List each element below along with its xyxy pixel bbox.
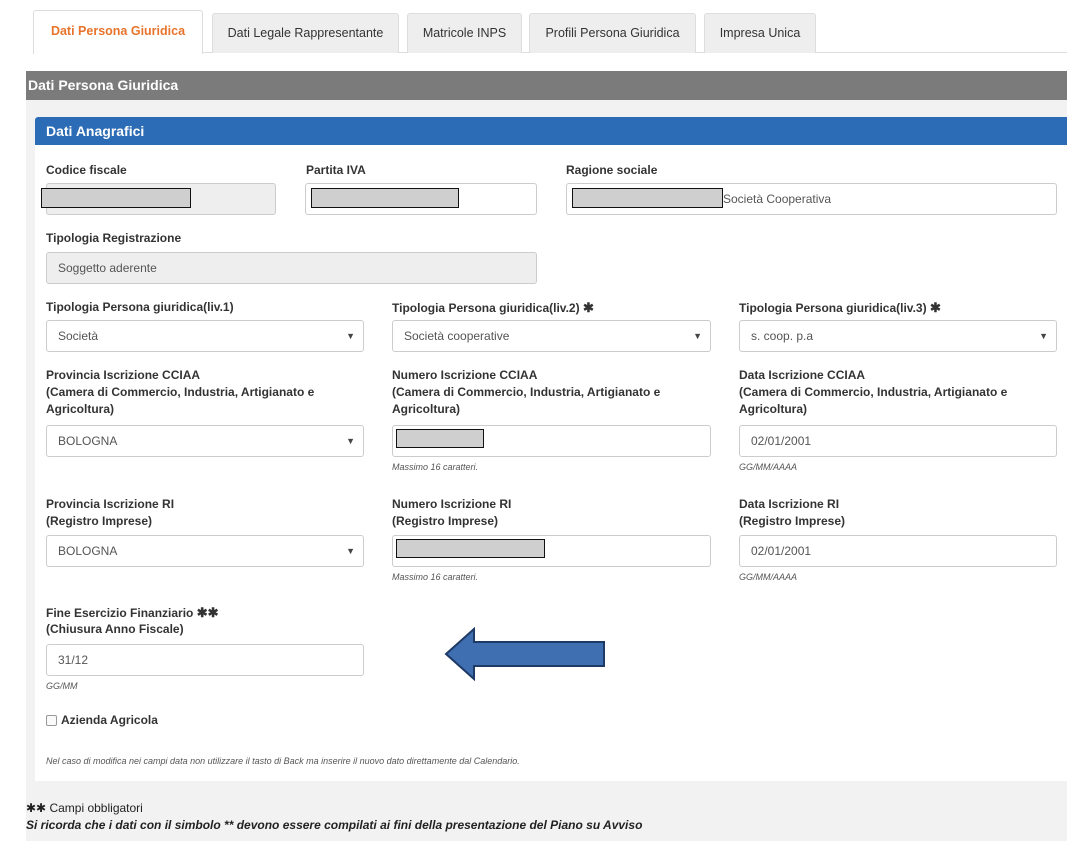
fine-esercizio-value: 31/12 [58, 653, 89, 667]
required-asterisk-icon: ✱✱ [196, 605, 219, 620]
codice-fiscale-label: Codice fiscale [46, 163, 127, 177]
numero-cciaa-label-1: Numero Iscrizione CCIAA [392, 368, 538, 382]
numero-cciaa-label-2: (Camera di Commercio, Industria, Artigia… [392, 385, 661, 399]
ragione-sociale-value: Società Cooperativa [723, 192, 832, 206]
required-legend: ✱✱ Campi obbligatori [26, 801, 143, 815]
tab-profili-persona-giuridica[interactable]: Profili Persona Giuridica [529, 13, 696, 53]
tipologia-liv2-value: Società cooperative [404, 329, 510, 343]
provincia-ri-label-1: Provincia Iscrizione RI [46, 497, 175, 511]
provincia-ri-label-2: (Registro Imprese) [46, 514, 153, 528]
partita-iva-label: Partita IVA [306, 163, 366, 177]
tipologia-liv2-label: Tipologia Persona giuridica(liv.2) ✱ [392, 299, 594, 317]
tipologia-liv3-label: Tipologia Persona giuridica(liv.3) ✱ [739, 299, 941, 317]
tipologia-liv1-value: Società [58, 329, 99, 343]
data-ri-value: 02/01/2001 [751, 544, 812, 558]
data-ri-field[interactable]: 02/01/2001 [739, 535, 1057, 567]
numero-cciaa-field[interactable] [392, 425, 711, 457]
redacted-value [396, 539, 545, 558]
tab-impresa-unica[interactable]: Impresa Unica [704, 13, 816, 53]
subsection-header: Dati Anagrafici [35, 117, 1067, 145]
required-asterisk-icon: ✱ [929, 300, 941, 315]
fine-esercizio-label-text: Fine Esercizio Finanziario [46, 606, 194, 620]
data-cciaa-label-3: Agricoltura) [739, 402, 808, 416]
tipologia-liv1-select[interactable]: Società ▼ [46, 320, 364, 352]
numero-cciaa-help: Massimo 16 caratteri. [392, 462, 479, 472]
data-ri-label-2: (Registro Imprese) [739, 514, 846, 528]
codice-fiscale-field[interactable] [41, 183, 276, 215]
ragione-sociale-label: Ragione sociale [566, 163, 658, 177]
provincia-cciaa-label-1: Provincia Iscrizione CCIAA [46, 368, 201, 382]
dropdown-arrow-icon: ▼ [346, 546, 355, 556]
tipologia-liv2-select[interactable]: Società cooperative ▼ [392, 320, 711, 352]
data-ri-help: GG/MM/AAAA [739, 572, 798, 582]
required-asterisk-icon: ✱ [582, 300, 594, 315]
numero-ri-help: Massimo 16 caratteri. [392, 572, 479, 582]
azienda-agricola-checkbox[interactable] [46, 715, 57, 726]
data-cciaa-help: GG/MM/AAAA [739, 462, 798, 472]
dropdown-arrow-icon: ▼ [346, 331, 355, 341]
data-cciaa-field[interactable]: 02/01/2001 [739, 425, 1057, 457]
provincia-ri-select[interactable]: BOLOGNA ▼ [46, 535, 364, 567]
tipologia-liv3-select[interactable]: s. coop. p.a ▼ [739, 320, 1057, 352]
tab-dati-persona-giuridica[interactable]: Dati Persona Giuridica [33, 10, 203, 54]
redacted-value [311, 188, 459, 208]
tipologia-liv2-label-text: Tipologia Persona giuridica(liv.2) [392, 301, 580, 315]
provincia-cciaa-select[interactable]: BOLOGNA ▼ [46, 425, 364, 457]
numero-ri-field[interactable] [392, 535, 711, 567]
fine-esercizio-field[interactable]: 31/12 [46, 644, 364, 676]
numero-ri-label-2: (Registro Imprese) [392, 514, 499, 528]
fine-esercizio-help: GG/MM [46, 681, 78, 691]
data-cciaa-label-1: Data Iscrizione CCIAA [739, 368, 866, 382]
redacted-value [396, 429, 484, 448]
tipologia-liv3-value: s. coop. p.a [751, 329, 814, 343]
numero-ri-label-1: Numero Iscrizione RI [392, 497, 512, 511]
data-cciaa-value: 02/01/2001 [751, 434, 812, 448]
required-asterisk-icon: ✱✱ [26, 801, 47, 815]
ragione-sociale-field[interactable]: Società Cooperativa [566, 183, 1057, 215]
redacted-value [41, 188, 191, 208]
required-legend-text: Campi obbligatori [49, 801, 143, 815]
tipologia-liv1-label: Tipologia Persona giuridica(liv.1) [46, 300, 234, 314]
tipologia-registrazione-field[interactable]: Soggetto aderente [46, 252, 537, 284]
numero-cciaa-label-3: Agricoltura) [392, 402, 461, 416]
azienda-agricola-label: Azienda Agricola [61, 713, 158, 727]
provincia-cciaa-label-2: (Camera di Commercio, Industria, Artigia… [46, 385, 315, 399]
provincia-cciaa-label-3: Agricoltura) [46, 402, 115, 416]
tipologia-registrazione-value: Soggetto aderente [58, 261, 157, 275]
redacted-value [572, 188, 723, 208]
data-ri-label-1: Data Iscrizione RI [739, 497, 840, 511]
provincia-cciaa-value: BOLOGNA [58, 434, 118, 448]
dropdown-arrow-icon: ▼ [346, 436, 355, 446]
tab-matricole-inps[interactable]: Matricole INPS [407, 13, 522, 53]
tab-dati-legale-rappresentante[interactable]: Dati Legale Rappresentante [212, 13, 399, 53]
date-note: Nel caso di modifica nei campi data non … [46, 756, 520, 766]
tipologia-liv3-label-text: Tipologia Persona giuridica(liv.3) [739, 301, 927, 315]
partita-iva-field[interactable] [305, 183, 537, 215]
tipologia-registrazione-label: Tipologia Registrazione [46, 231, 182, 245]
tab-bar: Dati Persona Giuridica Dati Legale Rappr… [33, 10, 1067, 54]
fine-esercizio-label-2: (Chiusura Anno Fiscale) [46, 622, 184, 636]
arrow-left-icon [444, 626, 605, 682]
section-header: Dati Persona Giuridica [26, 71, 1067, 100]
provincia-ri-value: BOLOGNA [58, 544, 118, 558]
footer-notice: Si ricorda che i dati con il simbolo ** … [26, 818, 643, 832]
dropdown-arrow-icon: ▼ [1039, 331, 1048, 341]
data-cciaa-label-2: (Camera di Commercio, Industria, Artigia… [739, 385, 1008, 399]
dropdown-arrow-icon: ▼ [693, 331, 702, 341]
fine-esercizio-label-1: Fine Esercizio Finanziario ✱✱ [46, 604, 219, 622]
